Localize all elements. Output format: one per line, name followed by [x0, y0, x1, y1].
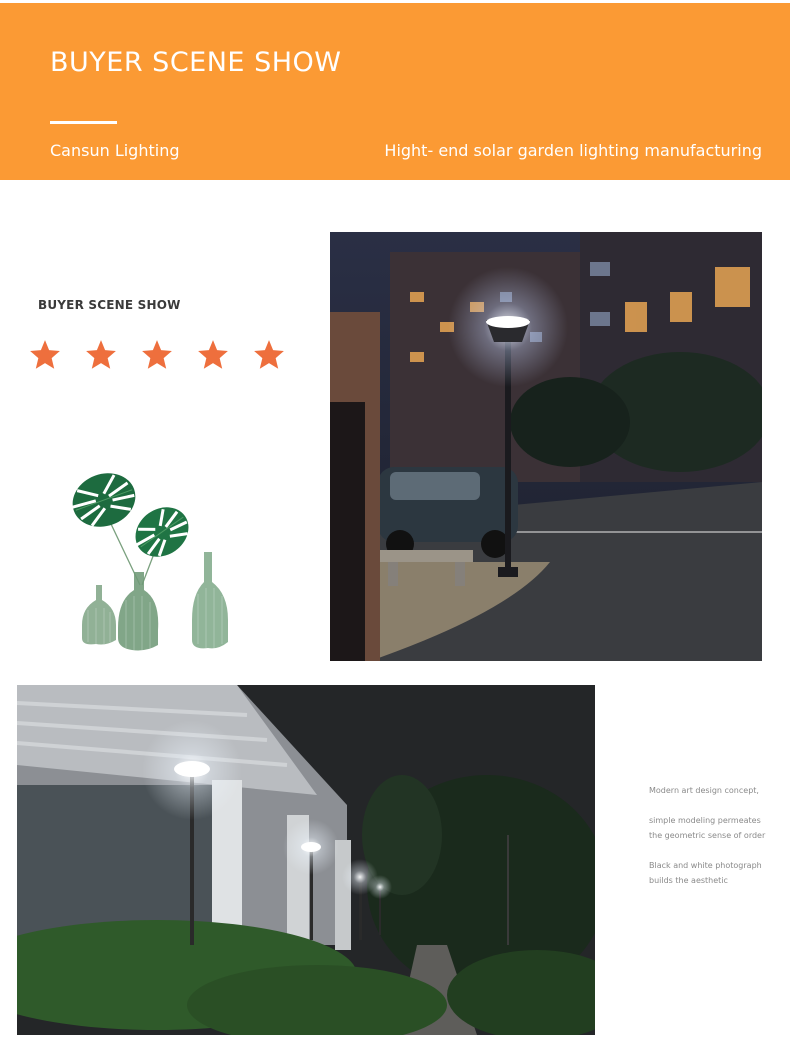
star-rating [28, 338, 298, 374]
star-icon [252, 338, 286, 372]
brand-name: Cansun Lighting [50, 141, 180, 160]
section-title: BUYER SCENE SHOW [38, 298, 181, 312]
description-line-3: Black and white photograph builds the ae… [649, 861, 762, 885]
garden-lamps-night-photo [17, 685, 595, 1035]
banner-tagline: Hight- end solar garden lighting manufac… [384, 141, 762, 160]
star-icon [28, 338, 62, 372]
banner-divider [50, 121, 117, 124]
banner-title: BUYER SCENE SHOW [50, 47, 342, 78]
star-icon [140, 338, 174, 372]
description-line-2: simple modeling permeates the geometric … [649, 816, 766, 840]
monstera-vase-illustration [60, 460, 240, 660]
header-banner: BUYER SCENE SHOW Cansun Lighting Hight- … [0, 3, 790, 180]
star-icon [196, 338, 230, 372]
star-icon [84, 338, 118, 372]
street-lamp-night-photo [330, 232, 762, 661]
design-description: Modern art design concept, simple modeli… [649, 783, 774, 903]
description-line-1: Modern art design concept, [649, 786, 759, 795]
